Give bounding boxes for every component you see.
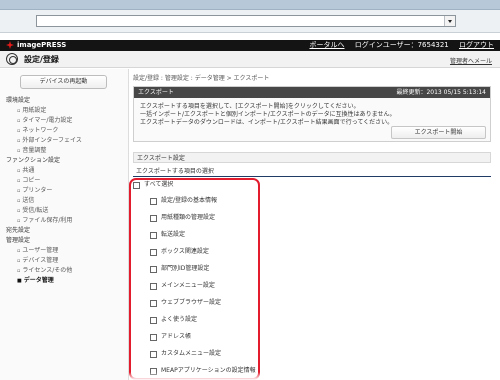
- sidebar-item-send[interactable]: 送信: [6, 196, 124, 206]
- sidebar-section-function[interactable]: ファンクション設定: [6, 156, 124, 166]
- sidebar-section-environment[interactable]: 環境設定: [6, 96, 124, 106]
- login-user: ログインユーザー：7654321: [354, 41, 449, 49]
- page-title: 設定/登録: [24, 55, 59, 64]
- sidebar-item-data-management[interactable]: データ管理: [6, 276, 124, 286]
- export-item-favorite-settings[interactable]: よく使う設定: [150, 315, 197, 325]
- export-items-header: エクスポートする項目の選択: [133, 167, 491, 177]
- export-item-paper-type[interactable]: 用紙種類の管理設定: [150, 213, 215, 223]
- sidebar-section-destination[interactable]: 宛先設定: [6, 226, 124, 236]
- brand: imagePRESS: [6, 41, 66, 50]
- sidebar-item-volume[interactable]: 音量調整: [6, 146, 124, 156]
- restart-device-button[interactable]: デバイスの再起動: [20, 75, 107, 89]
- sidebar-item-file-storage[interactable]: ファイル保存/利用: [6, 216, 124, 226]
- export-item-label: カスタムメニュー設定: [161, 350, 222, 357]
- sidebar-item-network[interactable]: ネットワーク: [6, 126, 124, 136]
- browser-top-strip: [0, 0, 500, 10]
- export-item-label: 用紙種類の管理設定: [161, 214, 216, 221]
- notice-line-3: エクスポートデータのダウンロードは、インポート/エクスポート結果画面で行ってくだ…: [140, 119, 394, 126]
- brand-star-icon: [6, 41, 14, 49]
- sidebar-item-device-management[interactable]: デバイス管理: [6, 256, 124, 266]
- export-item-checkbox[interactable]: [150, 265, 157, 273]
- logout-link[interactable]: ログアウト: [459, 41, 494, 49]
- export-item-label: 転送設定: [161, 231, 186, 238]
- export-panel: エクスポート 最終更新：2013 05/15 5:13:14 エクスポートする項…: [133, 86, 491, 142]
- export-items-list: すべて選択 設定/登録の基本情報 用紙種類の管理設定 転送設定 ボックス関連設定…: [133, 180, 491, 380]
- export-item-label: メインメニュー設定: [161, 282, 215, 289]
- manager-mail-link[interactable]: 管理者へメール: [450, 56, 492, 65]
- export-item-label: ボックス関連設定: [161, 248, 209, 255]
- export-item-label: よく使う設定: [161, 316, 198, 323]
- export-item-address-book[interactable]: アドレス帳: [150, 332, 191, 342]
- sidebar: デバイスの再起動 環境設定 用紙設定 タイマー/電力設定 ネットワーク 外部イン…: [0, 69, 129, 380]
- export-item-label: アドレス帳: [161, 333, 192, 340]
- notice-line-1: エクスポートする項目を選択して、[エクスポート開始]をクリックしてください。: [140, 103, 360, 110]
- export-item-web-browser[interactable]: ウェブブラウザー設定: [150, 298, 221, 308]
- last-updated: 最終更新：2013 05/15 5:13:14: [396, 89, 486, 96]
- export-item-label: ウェブブラウザー設定: [161, 299, 222, 306]
- export-item-department-id[interactable]: 部門別ID管理設定: [150, 264, 209, 274]
- sidebar-item-license-other[interactable]: ライセンス/その他: [6, 266, 124, 276]
- sidebar-item-timer-power[interactable]: タイマー/電力設定: [6, 116, 124, 126]
- sidebar-item-user-management[interactable]: ユーザー管理: [6, 246, 124, 256]
- breadcrumb: 設定/登録 : 管理設定 : データ管理 > エクスポート: [133, 75, 270, 82]
- sidebar-item-receive-forward[interactable]: 受信/転送: [6, 206, 124, 216]
- export-item-checkbox[interactable]: [150, 231, 157, 239]
- export-item-checkbox[interactable]: [150, 282, 157, 290]
- export-item-forwarding[interactable]: 転送設定: [150, 230, 185, 240]
- chevron-down-icon[interactable]: [444, 16, 455, 26]
- export-item-checkbox[interactable]: [150, 367, 157, 375]
- side-navigation: 環境設定 用紙設定 タイマー/電力設定 ネットワーク 外部インターフェイス 音量…: [6, 96, 124, 286]
- sidebar-item-external-interface[interactable]: 外部インターフェイス: [6, 136, 124, 146]
- select-all-label: すべて選択: [144, 181, 174, 188]
- export-item-checkbox[interactable]: [150, 197, 157, 205]
- export-item-meap-settings[interactable]: MEAPアプリケーションの設定情報: [150, 366, 256, 376]
- export-item-settings-basic[interactable]: 設定/登録の基本情報: [150, 196, 217, 206]
- export-panel-title: エクスポート: [138, 89, 174, 96]
- settings-gear-icon: [6, 53, 18, 65]
- export-item-label: 設定/登録の基本情報: [161, 197, 218, 204]
- sidebar-section-management[interactable]: 管理設定: [6, 236, 124, 246]
- export-item-checkbox[interactable]: [150, 350, 157, 358]
- export-item-label: 部門別ID管理設定: [161, 265, 210, 272]
- main-content: 設定/登録 : 管理設定 : データ管理 > エクスポート エクスポート 最終更…: [129, 69, 500, 380]
- export-panel-header: エクスポート 最終更新：2013 05/15 5:13:14: [134, 87, 490, 98]
- brand-name: imagePRESS: [17, 41, 67, 49]
- export-item-checkbox[interactable]: [150, 248, 157, 256]
- address-row: [0, 10, 500, 33]
- sidebar-item-copy[interactable]: コピー: [6, 176, 124, 186]
- notice-line-2: 一括インポート/エクスポートと個別インポート/エクスポートのデータに互換性はあり…: [140, 111, 396, 118]
- sidebar-item-common[interactable]: 共通: [6, 166, 124, 176]
- sidebar-item-printer[interactable]: プリンター: [6, 186, 124, 196]
- select-all-checkbox[interactable]: [133, 181, 140, 189]
- export-item-checkbox[interactable]: [150, 316, 157, 324]
- export-item-box-settings[interactable]: ボックス関連設定: [150, 247, 209, 257]
- top-navigation-bar: imagePRESS ポータルへ ログインユーザー：7654321 ログアウト: [0, 40, 500, 51]
- title-row: 設定/登録 管理者へメール: [0, 51, 500, 68]
- sidebar-item-paper-settings[interactable]: 用紙設定: [6, 106, 124, 116]
- export-item-custom-menu[interactable]: カスタムメニュー設定: [150, 349, 221, 359]
- export-item-main-menu[interactable]: メインメニュー設定: [150, 281, 215, 291]
- export-start-button[interactable]: エクスポート開始: [391, 126, 486, 139]
- address-bar[interactable]: [36, 15, 456, 27]
- top-links: ポータルへ ログインユーザー：7654321 ログアウト: [301, 41, 494, 50]
- export-item-checkbox[interactable]: [150, 333, 157, 341]
- export-settings-header: エクスポート設定: [133, 152, 491, 163]
- export-notice: エクスポートする項目を選択して、[エクスポート開始]をクリックしてください。 一…: [140, 103, 426, 127]
- portal-link[interactable]: ポータルへ: [309, 41, 344, 49]
- select-all-row[interactable]: すべて選択: [133, 180, 173, 190]
- export-item-label: MEAPアプリケーションの設定情報: [161, 367, 256, 374]
- export-item-checkbox[interactable]: [150, 299, 157, 307]
- export-item-checkbox[interactable]: [150, 214, 157, 222]
